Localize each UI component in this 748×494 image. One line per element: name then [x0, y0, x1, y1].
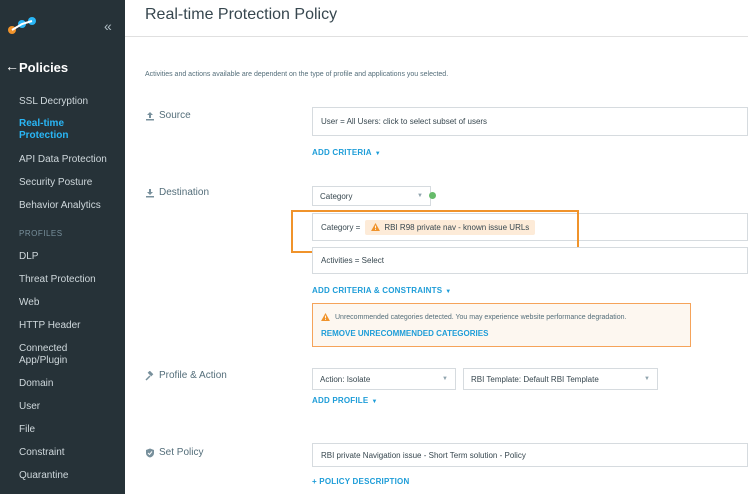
template-value: Default RBI Template [523, 374, 599, 384]
title-divider [125, 36, 748, 37]
policy-name-field[interactable]: RBI private Navigation issue - Short Ter… [312, 443, 748, 467]
source-section-label: Source [145, 110, 191, 121]
user-field[interactable]: User = All Users: click to select subset… [312, 107, 748, 136]
sidebar-item-file[interactable]: File [19, 424, 35, 436]
download-icon [146, 188, 154, 197]
sidebar-item-domain[interactable]: Domain [19, 378, 53, 390]
sidebar-section-title: Policies [19, 60, 69, 75]
sidebar-item-http-header[interactable]: HTTP Header [19, 320, 81, 332]
rbi-template-select[interactable]: RBI Template: Default RBI Template ▼ [463, 368, 658, 390]
double-chevron-left-icon[interactable]: « [104, 18, 112, 34]
add-criteria-constraints-link[interactable]: ADD CRITERIA & CONSTRAINTS ▼ [312, 286, 451, 295]
profiles-header: PROFILES [19, 229, 63, 238]
set-policy-section-label: Set Policy [145, 447, 203, 458]
warning-icon [321, 313, 330, 321]
activities-field[interactable]: Activities = Select [312, 247, 748, 274]
set-policy-label: Set Policy [159, 447, 204, 458]
intro-text: Activities and actions available are dep… [145, 71, 449, 78]
upload-icon [146, 111, 154, 120]
sidebar-item-quarantine[interactable]: Quarantine [19, 470, 68, 482]
warning-message: Unrecommended categories detected. You m… [321, 313, 626, 321]
action-select[interactable]: Action: Isolate ▼ [312, 368, 456, 390]
remove-unrecommended-link[interactable]: REMOVE UNRECOMMENDED CATEGORIES [321, 329, 488, 338]
arrow-left-icon[interactable]: ← [5, 58, 19, 74]
sidebar-item-user[interactable]: User [19, 401, 40, 413]
sidebar-item-behavior-analytics[interactable]: Behavior Analytics [19, 200, 101, 212]
add-policy-description-link[interactable]: + POLICY DESCRIPTION [312, 477, 409, 486]
destination-type-select[interactable]: Category ▼ [312, 186, 431, 206]
sidebar-item-ssl-decryption[interactable]: SSL Decryption [19, 96, 88, 108]
sidebar-item-threat-protection[interactable]: Threat Protection [19, 274, 96, 286]
page-title: Real-time Protection Policy [145, 6, 338, 23]
action-value: Isolate [346, 374, 371, 384]
sidebar-item-constraint[interactable]: Constraint [19, 447, 65, 459]
destination-label: Destination [159, 187, 210, 198]
action-label: Action: [320, 374, 345, 384]
sidebar-item-security-posture[interactable]: Security Posture [19, 177, 92, 189]
template-label: RBI Template: [471, 374, 522, 384]
chevron-down-icon: ▼ [417, 193, 423, 199]
add-profile-link[interactable]: ADD PROFILE ▼ [312, 396, 378, 405]
destination-section-label: Destination [145, 187, 209, 198]
sidebar-item-real-time-protection[interactable]: Real-time Protection [19, 118, 79, 142]
status-dot [429, 192, 436, 199]
main-content: Real-time Protection Policy Activities a… [125, 0, 748, 494]
netskope-logo-icon [8, 17, 36, 34]
add-criteria-link[interactable]: ADD CRITERIA ▼ [312, 148, 381, 157]
gavel-icon [145, 370, 154, 381]
sidebar-item-web[interactable]: Web [19, 297, 39, 309]
chevron-down-icon: ▼ [644, 376, 650, 382]
sidebar-item-connected-app-plugin[interactable]: Connected App/Plugin [19, 343, 99, 367]
sidebar-item-dlp[interactable]: DLP [19, 251, 38, 263]
sidebar: « ← Policies SSL Decryption Real-time Pr… [0, 0, 125, 494]
chevron-down-icon: ▼ [442, 376, 448, 382]
warning-banner: Unrecommended categories detected. You m… [312, 303, 691, 347]
profile-action-label: Profile & Action [159, 370, 227, 381]
sidebar-item-api-data-protection[interactable]: API Data Protection [19, 154, 107, 166]
source-label: Source [159, 110, 191, 121]
shield-check-icon [146, 448, 154, 457]
profile-action-section-label: Profile & Action [145, 370, 227, 381]
